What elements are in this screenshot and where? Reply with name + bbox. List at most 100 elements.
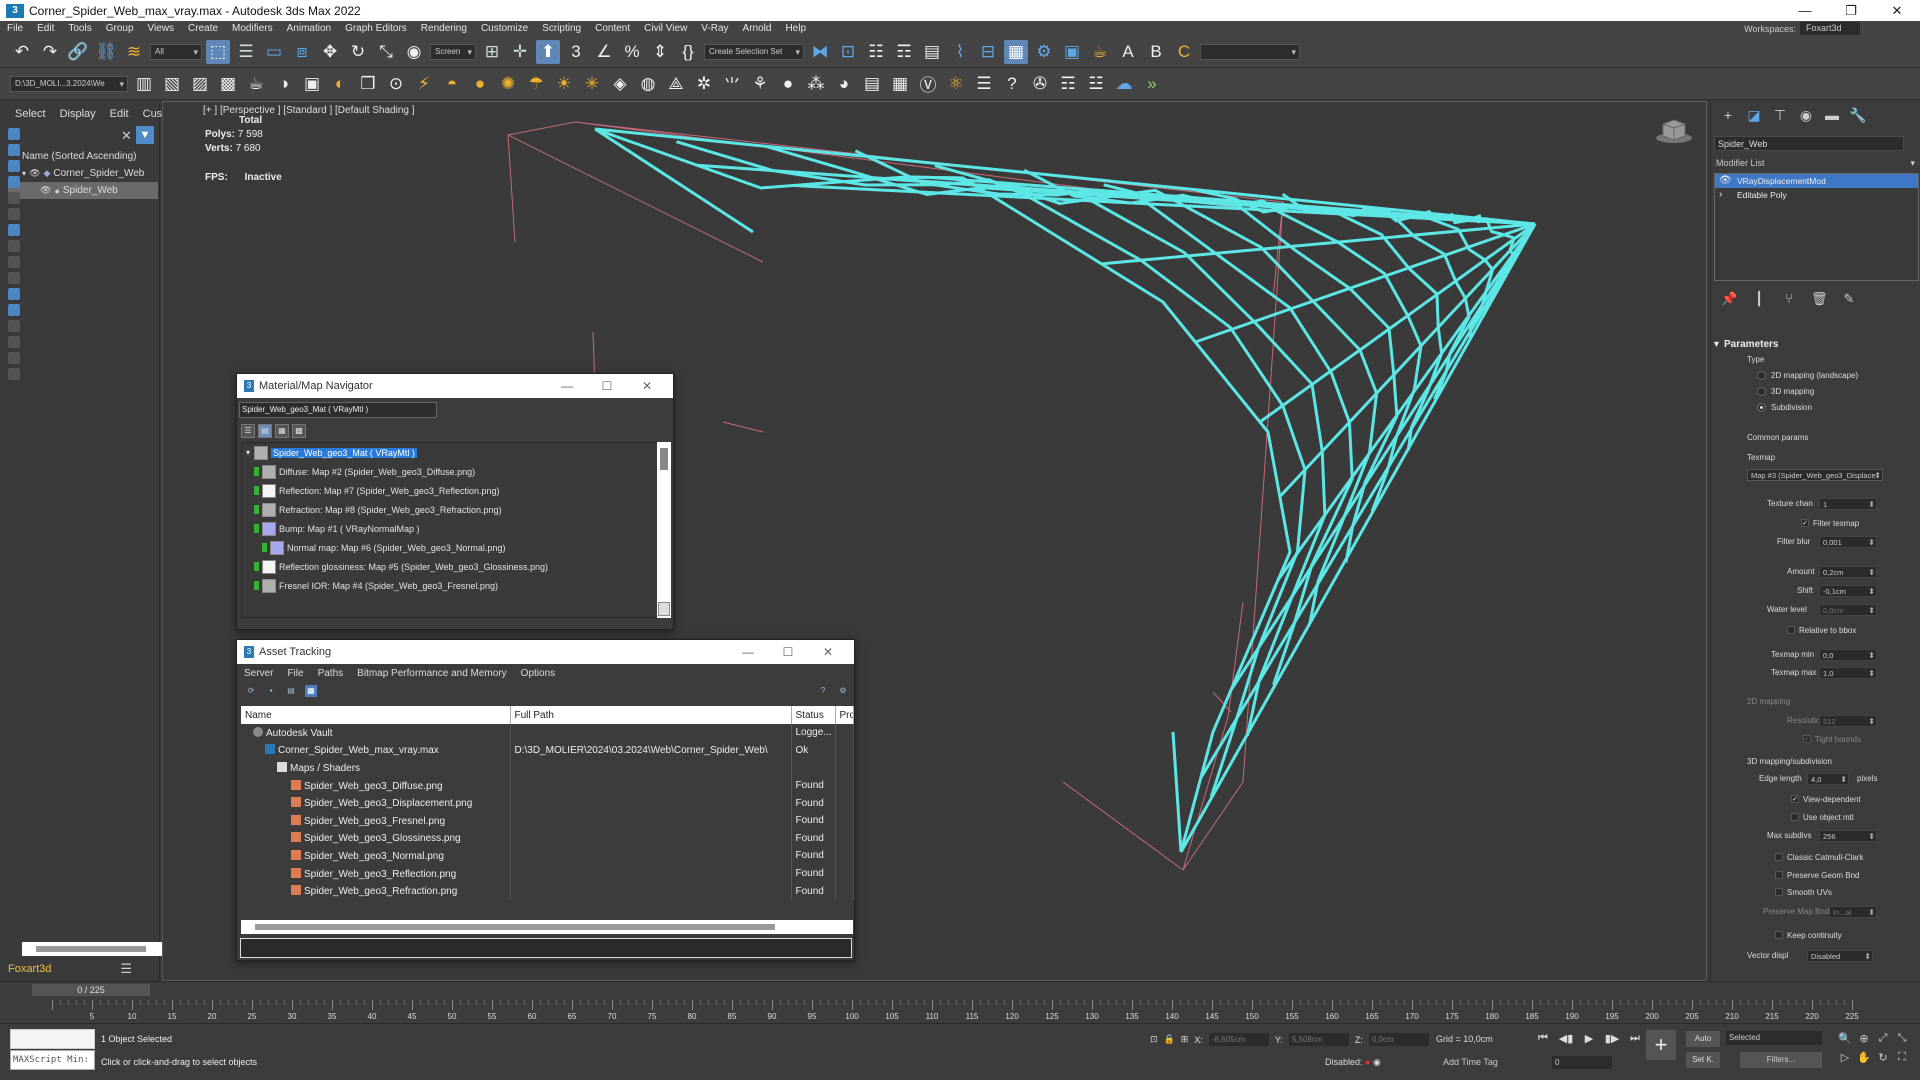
display-spacewarps-icon[interactable] [8,208,20,220]
scale-icon[interactable]: ⤡ [374,40,398,64]
column-name[interactable]: Name [241,706,511,724]
filter-icon[interactable]: ▼ [136,126,154,144]
undo-icon[interactable]: ↶ [10,40,34,64]
display-helpers-icon[interactable] [8,192,20,204]
vray-scene-icon[interactable]: ☶ [1056,72,1080,96]
menu-bitmap-performance[interactable]: Bitmap Performance and Memory [350,668,514,679]
text-b-icon[interactable]: B [1144,40,1168,64]
set-key-icon[interactable]: + [1646,1030,1676,1060]
vray-dome-icon[interactable]: ◓ [440,72,464,96]
table-row[interactable]: Corner_Spider_Web_max_vray.max D:\3D_MOL… [241,741,854,760]
maximize-viewport-icon[interactable]: ⛶ [1895,1051,1909,1065]
auto-key-button[interactable]: Auto [1686,1031,1720,1047]
layer-explorer-icon[interactable]: ☶ [892,40,916,64]
view-dependent-checkbox[interactable]: ✓ [1791,795,1799,803]
table-row[interactable]: Autodesk Vault Logge... [241,724,854,742]
close-icon[interactable]: ✕ [121,128,132,144]
radio-2d-mapping[interactable] [1757,371,1766,380]
expand-icon[interactable]: ▾ [22,169,26,178]
tab-edit[interactable]: Edit [103,108,136,120]
vray-camera-icon[interactable]: ⊙ [384,72,408,96]
eye-icon[interactable]: 👁 [40,185,51,196]
material-editor-icon[interactable]: ▦ [1004,39,1028,64]
selection-set-dropdown[interactable]: Create Selection Set [704,43,804,60]
shift-spinner[interactable]: -0,1cm [1819,585,1877,598]
keep-continuity-checkbox[interactable] [1775,931,1783,939]
table-row[interactable]: Spider_Web_geo3_Glossiness.png Found [241,829,854,848]
asset-help-icon[interactable]: ? [817,685,829,697]
list-item[interactable]: Reflection: Map #7 (Spider_Web_geo3_Refl… [242,481,660,500]
lock-icon[interactable]: 🔒 [1164,1034,1175,1045]
edge-length-spinner[interactable]: 4,0 [1807,773,1849,786]
menu-file[interactable]: File [0,23,30,34]
vray-fur-icon[interactable]: ◍ [636,72,660,96]
time-slider[interactable]: 0 / 225 [32,984,150,996]
table-row[interactable]: Spider_Web_geo3_Diffuse.png Found [241,776,854,795]
texture-chan-spinner[interactable]: 1 [1819,498,1877,511]
go-to-start-icon[interactable]: ⏮ [1535,1032,1551,1048]
keyboard-shortcut-icon[interactable]: ⬆ [536,39,560,64]
zoom-extents-icon[interactable]: ⤢ [1876,1032,1890,1046]
ribbon-icon[interactable]: ▤ [920,40,944,64]
menu-vray[interactable]: V-Ray [694,23,735,34]
hierarchy-tab-icon[interactable]: ⊤ [1771,107,1789,125]
display-xrefs-icon[interactable] [8,240,20,252]
display-invert-icon[interactable] [8,352,20,364]
maximize-icon[interactable]: ☐ [587,374,627,398]
vray-sphere-light-icon[interactable]: ● [468,72,492,96]
table-row[interactable]: Spider_Web_geo3_Displacement.png Found [241,794,854,812]
menu-animation[interactable]: Animation [280,23,338,34]
align-icon[interactable]: ⊡ [836,40,860,64]
object-name-field[interactable]: Spider_Web [1714,136,1904,151]
vray-light-icon[interactable]: ◐ [328,72,352,96]
stack-item[interactable]: 👁 VRayDisplacementMod [1715,174,1918,188]
display-containers-icon[interactable] [8,272,20,284]
menu-customize[interactable]: Customize [474,23,535,34]
parameters-header[interactable]: Parameters [1714,337,1919,353]
amount-spinner[interactable]: 0,2cm [1819,566,1877,579]
vray-material-icon[interactable]: ● [776,72,800,96]
menu-rendering[interactable]: Rendering [414,23,474,34]
layers-icon[interactable]: ☰ [120,961,132,977]
list-item[interactable]: Bump: Map #1 ( VRayNormalMap ) [242,519,660,538]
fov-icon[interactable]: ▷ [1838,1051,1852,1065]
pan-icon[interactable]: ✋ [1857,1051,1871,1065]
water-level-spinner[interactable]: 0,0cm [1819,604,1877,617]
scene-explorer-icon[interactable]: ☷ [864,40,888,64]
menu-scripting[interactable]: Scripting [535,23,588,34]
table-row[interactable]: Spider_Web_geo3_Refraction.png Found [241,882,854,900]
max-subdivs-spinner[interactable]: 256 [1819,830,1877,843]
eye-icon[interactable]: 👁 [1719,174,1732,188]
close-icon[interactable]: ✕ [1874,0,1920,21]
list-item[interactable]: Normal map: Map #6 (Spider_Web_geo3_Norm… [242,538,660,557]
vray-logo-icon[interactable]: Ⓥ [916,72,940,96]
vray-convert-icon[interactable]: ◕ [832,72,856,96]
vray-export-icon[interactable]: ☳ [1084,72,1108,96]
vray-proxy-icon[interactable]: ◈ [608,72,632,96]
menu-options[interactable]: Options [514,668,562,679]
menu-modifiers[interactable]: Modifiers [225,23,280,34]
menu-graph-editors[interactable]: Graph Editors [338,23,414,34]
display-shapes-icon[interactable] [8,144,20,156]
vray-sun-icon[interactable]: ☀ [552,72,576,96]
place-icon[interactable]: ◉ [402,40,426,64]
texmap-button[interactable]: Map #3 (Spider_Web_geo3_Displace [1747,469,1883,481]
snaps-toggle-icon[interactable]: 3 [564,40,588,64]
list-item[interactable]: ▾ Spider_Web_geo3_Mat ( VRayMtl ) [242,443,660,462]
display-lights-icon[interactable] [8,160,20,172]
render-setup-icon[interactable]: ⚙ [1032,40,1056,64]
stack-item[interactable]: › Editable Poly [1715,188,1918,202]
bind-space-warp-icon[interactable]: ≋ [122,40,146,64]
curve-editor-icon[interactable]: ⌇ [948,40,972,64]
render-production-icon[interactable]: ☕ [1088,40,1112,64]
minimize-icon[interactable]: — [1782,0,1828,21]
next-frame-icon[interactable]: ▮▶ [1604,1032,1620,1048]
view-list-icon[interactable]: ☰ [241,424,255,438]
rendered-frame-icon[interactable]: ▣ [1060,40,1084,64]
select-object-icon[interactable]: ⬚ [206,39,230,64]
menu-file[interactable]: File [280,668,310,679]
vector-displ-dropdown[interactable]: Disabled [1807,950,1873,963]
list-item-selected[interactable]: 👁 ● Spider_Web [8,182,158,199]
tool-icon-4[interactable]: ▩ [216,72,240,96]
layer-icon[interactable] [8,368,20,380]
